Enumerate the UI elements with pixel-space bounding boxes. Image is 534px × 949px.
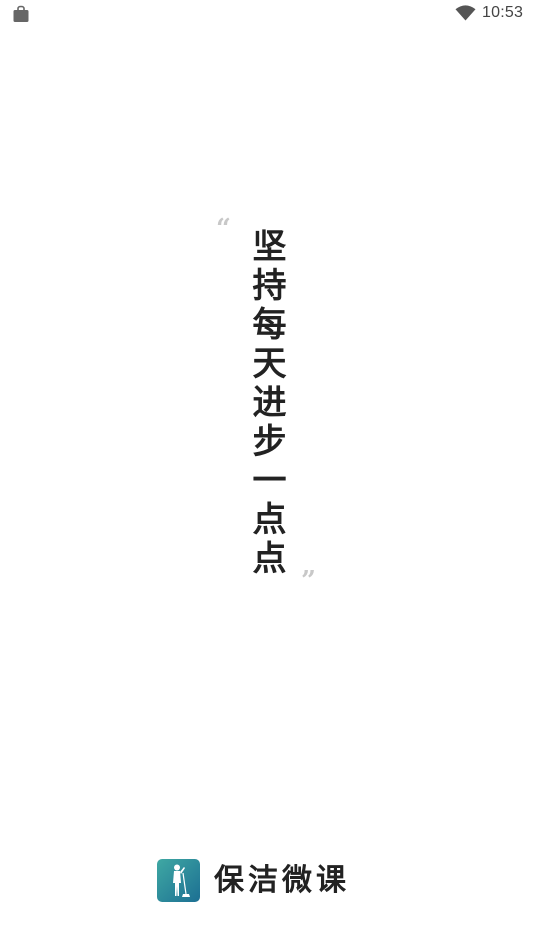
close-quote-mark: ” (301, 566, 316, 596)
wifi-icon (455, 5, 476, 21)
shopping-bag-icon (12, 5, 30, 23)
app-name: 保洁微课 (214, 862, 350, 898)
status-bar: 10:53 (0, 0, 534, 28)
status-time: 10:53 (482, 4, 524, 21)
brand: 保洁微课 (157, 858, 350, 903)
app-logo-icon (157, 859, 200, 902)
slogan-text: 坚持每天进步一点点 (246, 228, 286, 579)
open-quote-mark: “ (216, 214, 231, 244)
